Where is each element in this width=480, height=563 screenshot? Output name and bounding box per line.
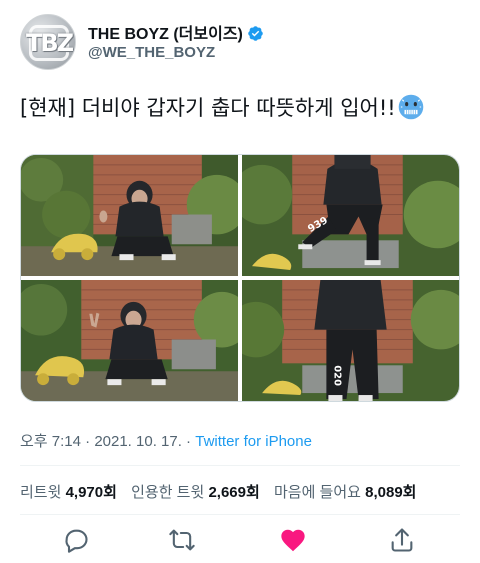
account-handle[interactable]: @WE_THE_BOYZ bbox=[88, 44, 215, 61]
photo-crouching-peace-sign[interactable] bbox=[21, 280, 238, 401]
meta-separator-1: · bbox=[80, 433, 95, 450]
likes-unit: 회 bbox=[402, 484, 417, 501]
photo-standing-hands-in-pockets[interactable]: 020 bbox=[242, 280, 459, 401]
photo-crouching-thumbs-up[interactable] bbox=[21, 155, 238, 276]
cold-face-emoji-icon bbox=[398, 94, 423, 120]
likes-stat[interactable]: 마음에 들어요 8,089회 bbox=[274, 484, 417, 501]
share-icon[interactable] bbox=[388, 526, 416, 554]
likes-count: 8,089 bbox=[365, 484, 403, 501]
meta-separator-2: · bbox=[181, 433, 196, 450]
tweet-timestamp: 오후 7:14 · 2021. 10. 17. · Twitter for iP… bbox=[20, 430, 312, 451]
retweet-icon[interactable] bbox=[168, 526, 196, 554]
avatar[interactable]: TBZ bbox=[20, 14, 76, 70]
reply-icon[interactable] bbox=[62, 526, 90, 554]
tweet-text: [현재] 더비야 갑자기 춥다 따뜻하게 입어!! bbox=[20, 94, 460, 122]
verified-badge-icon bbox=[248, 26, 263, 41]
divider-bottom bbox=[20, 514, 460, 515]
tweet-date[interactable]: 2021. 10. 17. bbox=[94, 433, 182, 450]
tweet-header: TBZ THE BOYZ (더보이즈) @WE_THE_BOYZ bbox=[20, 14, 460, 78]
retweets-unit: 회 bbox=[103, 484, 117, 501]
quotes-count: 2,669 bbox=[208, 484, 246, 501]
quotes-unit: 회 bbox=[246, 484, 260, 501]
like-icon[interactable] bbox=[279, 526, 307, 554]
divider-top bbox=[20, 465, 460, 466]
tweet-text-body: [현재] 더비야 갑자기 춥다 따뜻하게 입어!! bbox=[20, 96, 396, 120]
retweets-stat[interactable]: 리트윗 4,970회 bbox=[20, 484, 117, 501]
retweets-count: 4,970 bbox=[65, 484, 104, 501]
display-name-text: THE BOYZ (더보이즈) bbox=[88, 26, 243, 43]
retweets-label: 리트윗 bbox=[20, 484, 62, 501]
avatar-logo: TBZ bbox=[25, 29, 74, 57]
quotes-label: 인용한 트윗 bbox=[131, 484, 205, 501]
tweet-source-link[interactable]: Twitter for iPhone bbox=[195, 433, 312, 450]
photo-standing-foot-on-tub[interactable]: 939 bbox=[242, 155, 459, 276]
media-grid: 939 020 bbox=[20, 154, 460, 402]
display-name[interactable]: THE BOYZ (더보이즈) bbox=[88, 20, 264, 44]
svg-text:020: 020 bbox=[331, 365, 342, 386]
tweet-time[interactable]: 오후 7:14 bbox=[20, 433, 81, 450]
tweet-stats: 리트윗 4,970회 인용한 트윗 2,669회 마음에 들어요 8,089회 bbox=[20, 481, 416, 502]
quotes-stat[interactable]: 인용한 트윗 2,669회 bbox=[131, 484, 260, 501]
action-bar bbox=[20, 520, 460, 560]
likes-label: 마음에 들어요 bbox=[273, 484, 361, 501]
